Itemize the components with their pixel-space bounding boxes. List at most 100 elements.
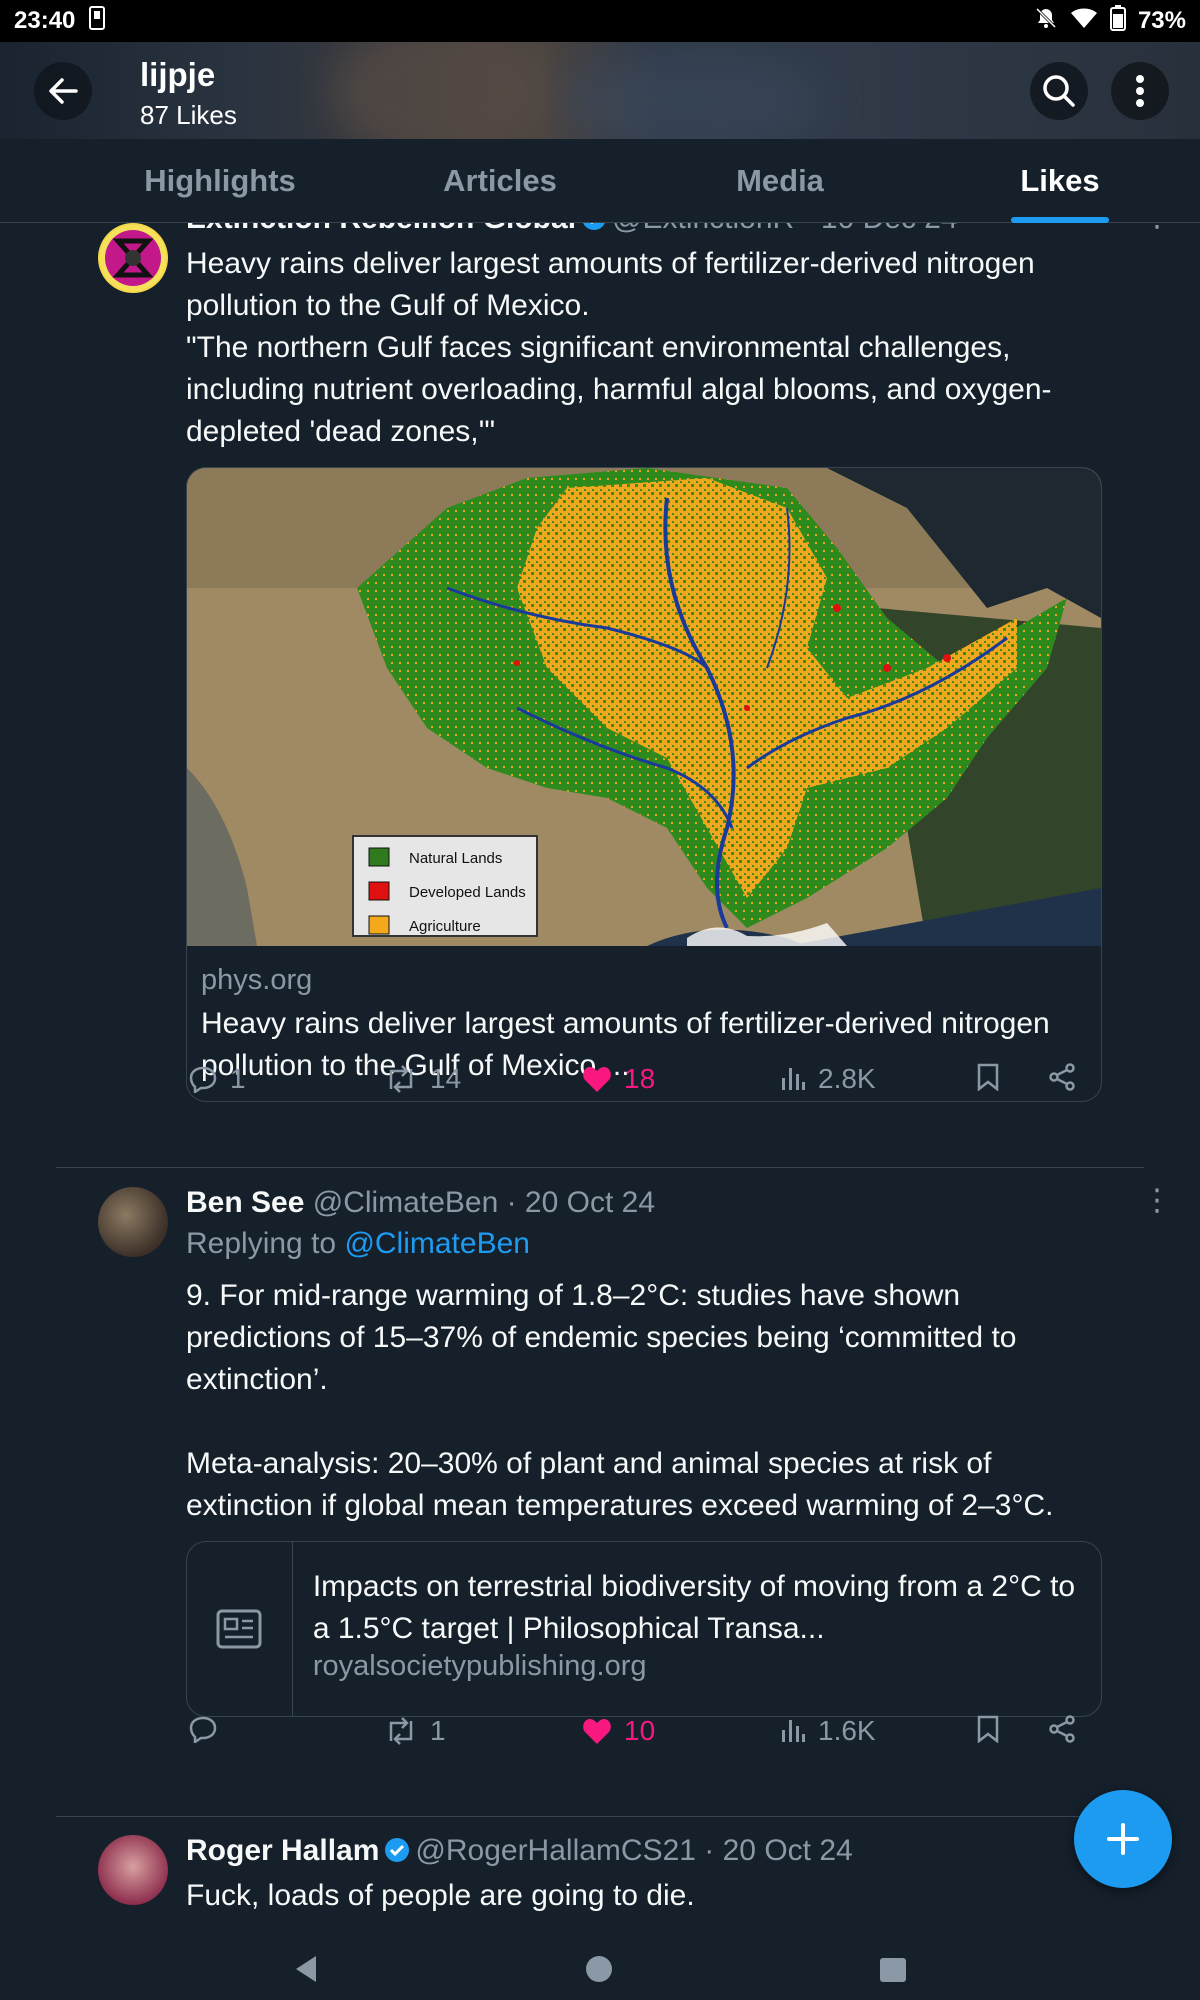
post-divider	[56, 1167, 1144, 1168]
bookmark-icon	[977, 1063, 999, 1091]
views-button[interactable]: 1.6K	[780, 1715, 876, 1747]
status-time: 23:40	[14, 7, 76, 34]
author-handle: @ClimateBen	[312, 1186, 499, 1219]
map-image: Natural Lands Developed Lands Agricultur…	[187, 468, 1101, 946]
post-text: Fuck, loads of people are going to die.	[186, 1879, 695, 1912]
banner-blur	[560, 52, 820, 139]
phone-icon	[89, 5, 106, 37]
card-domain: phys.org	[201, 964, 313, 996]
heart-filled-icon	[583, 1719, 611, 1744]
post-text: 9. For mid-range warming of 1.8–2°C: stu…	[186, 1279, 1054, 1522]
share-button[interactable]	[1048, 1063, 1076, 1091]
profile-header: lijpje 87 Likes	[0, 42, 1200, 139]
tab-label: Highlights	[144, 163, 296, 198]
battery-icon	[1109, 4, 1126, 38]
link-domain: royalsocietypublishing.org	[312, 1650, 647, 1682]
likes-count: 87 Likes	[140, 100, 237, 130]
tab-label: Articles	[443, 163, 557, 198]
more-options-button[interactable]	[1111, 62, 1169, 120]
arrow-left-icon	[49, 78, 78, 104]
bookmark-button[interactable]	[976, 1715, 1000, 1743]
post-meta: Ben See @ClimateBen · 20 Oct 24	[186, 1183, 1102, 1223]
share-icon	[1049, 1063, 1075, 1091]
reply-button[interactable]: 1	[188, 1063, 246, 1095]
tab-media[interactable]: Media	[670, 139, 890, 223]
post-date: · 20 Oct 24	[506, 1186, 656, 1219]
heart-filled-icon	[583, 1067, 611, 1092]
bookmark-icon	[977, 1715, 999, 1743]
reply-button[interactable]	[188, 1715, 230, 1743]
link-thumbnail	[187, 1542, 293, 1716]
nav-home-icon[interactable]	[586, 1956, 612, 1982]
replying-prefix: Replying to	[186, 1227, 345, 1260]
avatar[interactable]	[98, 1187, 168, 1257]
verified-badge-icon	[580, 223, 608, 243]
author-name[interactable]: Ben See	[186, 1186, 304, 1219]
search-button[interactable]	[1030, 62, 1088, 120]
article-icon	[216, 1609, 262, 1649]
repost-button[interactable]: 1	[384, 1715, 446, 1747]
reply-icon	[189, 1716, 217, 1743]
post-date: · 20 Oct 24	[704, 1834, 853, 1867]
repost-icon	[389, 1065, 413, 1093]
analytics-icon	[782, 1068, 805, 1090]
verified-badge-icon	[383, 1835, 411, 1875]
views-button[interactable]: 2.8K	[780, 1063, 876, 1095]
tab-articles[interactable]: Articles	[390, 139, 610, 223]
like-count: 10	[624, 1715, 656, 1746]
profile-tabs: Highlights Articles Media Likes	[0, 139, 1200, 223]
post-text: Heavy rains deliver largest amounts of f…	[186, 247, 1052, 448]
post-meta: Extinction Rebellion Global@ExtinctionR …	[186, 223, 1102, 243]
search-icon	[1043, 75, 1075, 107]
reply-icon	[189, 1066, 217, 1093]
battery-percent: 73%	[1137, 7, 1186, 34]
post[interactable]: Roger Hallam @RogerHallamCS21 · 20 Oct 24…	[0, 1831, 1200, 1940]
share-button[interactable]	[1048, 1715, 1076, 1743]
compose-post-button[interactable]	[1074, 1790, 1172, 1888]
post-menu-button[interactable]: ⋮	[1142, 1183, 1172, 1218]
repost-count: 1	[430, 1715, 446, 1746]
post[interactable]: ⋮ Extinction Rebellion Global @Extinction…	[0, 223, 1200, 1119]
more-vertical-icon	[1136, 75, 1144, 107]
back-button[interactable]	[34, 62, 92, 120]
status-bar: 23:40 73%	[0, 0, 1200, 42]
share-icon	[1049, 1715, 1075, 1743]
avatar[interactable]	[98, 1835, 168, 1905]
likes-feed[interactable]: ⋮ Extinction Rebellion Global @Extinction…	[0, 223, 1200, 1940]
profile-name: lijpje	[140, 56, 216, 93]
article-card[interactable]: Natural Lands Developed Lands Agricultur…	[186, 467, 1102, 1102]
nav-back-icon[interactable]	[292, 1954, 320, 1984]
extinction-symbol-icon	[100, 225, 166, 291]
link-title: Impacts on terrestrial biodiversity of m…	[312, 1570, 1076, 1645]
banner-blur	[330, 42, 550, 139]
legend-label: Developed Lands	[409, 884, 526, 901]
post-date: · 10 Dec 24	[803, 223, 958, 235]
analytics-icon	[782, 1720, 805, 1742]
tab-likes[interactable]: Likes	[950, 139, 1170, 223]
tab-label: Likes	[1020, 163, 1100, 198]
repost-button[interactable]: 14	[384, 1063, 461, 1095]
plus-icon	[1107, 1823, 1139, 1855]
author-name[interactable]: Roger Hallam	[186, 1834, 379, 1867]
post-menu-button[interactable]: ⋮	[1142, 223, 1172, 234]
views-count: 1.6K	[818, 1715, 876, 1746]
views-count: 2.8K	[818, 1063, 876, 1094]
avatar[interactable]	[98, 223, 168, 293]
replying-to-link[interactable]: @ClimateBen	[344, 1227, 530, 1260]
like-button[interactable]: 18	[582, 1063, 655, 1095]
like-button[interactable]: 10	[582, 1715, 655, 1747]
author-name[interactable]: Extinction Rebellion Global	[186, 223, 576, 235]
nav-recents-icon[interactable]	[880, 1958, 906, 1982]
map-graphic: Natural Lands Developed Lands Agricultur…	[187, 468, 1101, 946]
repost-count: 14	[430, 1063, 462, 1094]
repost-icon	[389, 1717, 413, 1745]
post-meta: Roger Hallam @RogerHallamCS21 · 20 Oct 24	[186, 1831, 1102, 1875]
post[interactable]: ⋮ Ben See @ClimateBen · 20 Oct 24 Replyi…	[0, 1183, 1200, 1833]
bookmark-button[interactable]	[976, 1063, 1000, 1091]
tab-highlights[interactable]: Highlights	[110, 139, 330, 223]
author-handle: @RogerHallamCS21	[415, 1834, 696, 1867]
link-card[interactable]: Impacts on terrestrial biodiversity of m…	[186, 1541, 1102, 1717]
legend-label: Agriculture	[409, 918, 481, 935]
mute-bell-icon	[1034, 6, 1058, 37]
author-handle: @ExtinctionR	[612, 223, 794, 235]
